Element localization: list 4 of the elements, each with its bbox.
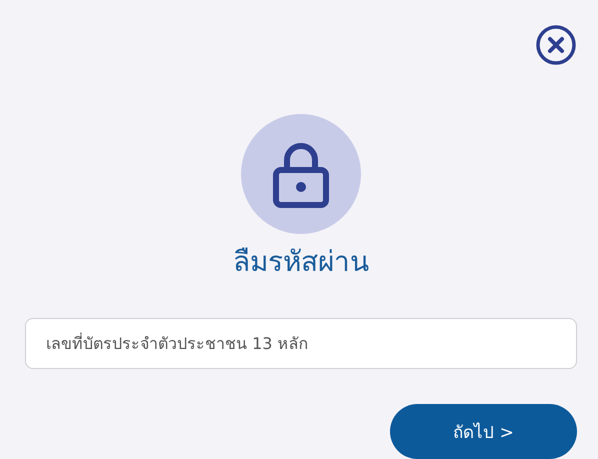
close-icon[interactable] (535, 24, 577, 66)
id-number-field[interactable]: เลขที่บัตรประจำตัวประชาชน 13 หลัก (25, 318, 577, 369)
next-button[interactable]: ถัดไป > (390, 404, 577, 459)
dialog-title: ลืมรหัสผ่าน (233, 244, 369, 280)
